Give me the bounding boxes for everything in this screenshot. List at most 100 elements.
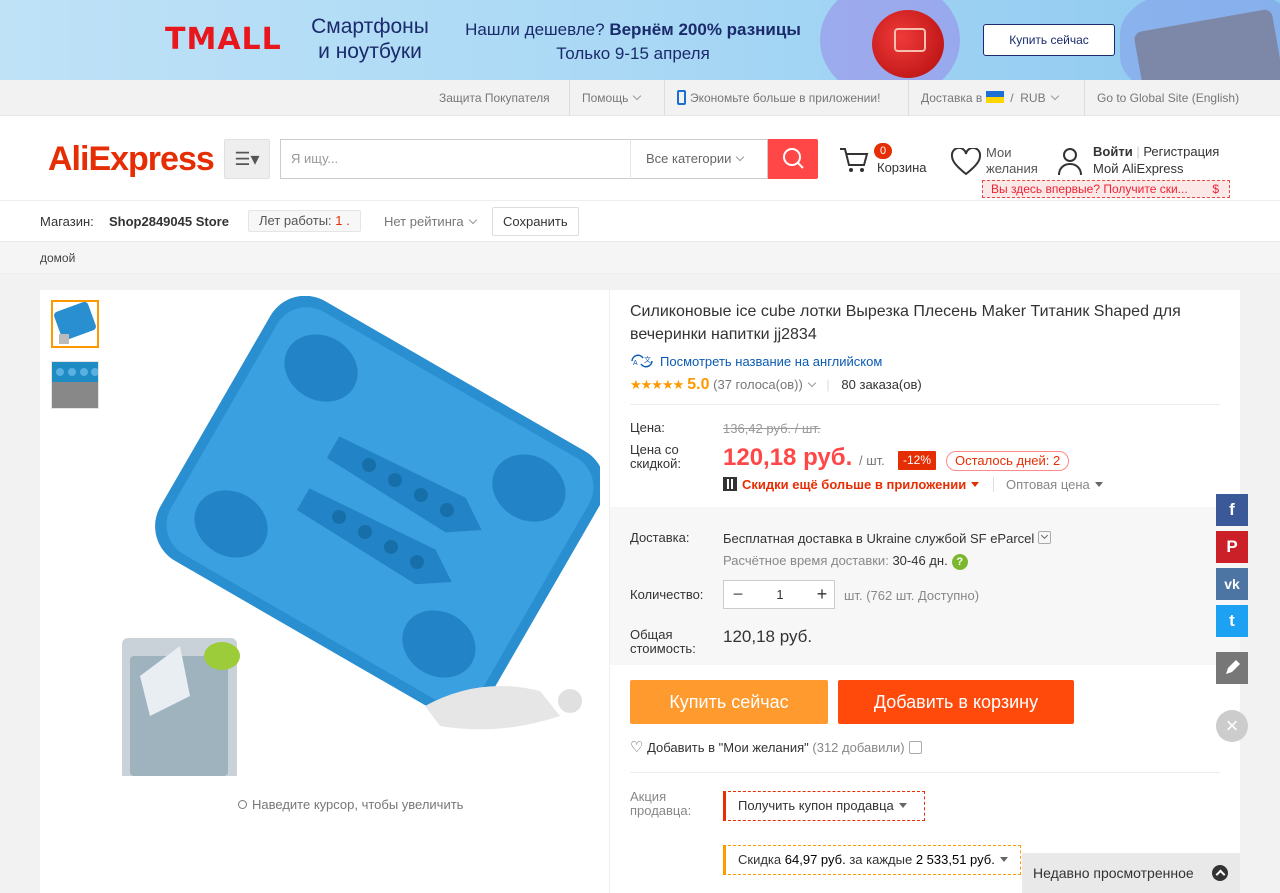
chevron-down-icon (1050, 91, 1059, 101)
my-aliexpress-link[interactable]: Мой AliExpress (1093, 161, 1184, 176)
ice-tray-thumbnail (53, 302, 97, 346)
total-price: 120,18 руб. (723, 627, 813, 646)
twitter-share-icon[interactable]: t (1216, 605, 1248, 637)
save-store-button[interactable]: Сохранить (492, 207, 579, 236)
discount-price: 120,18 руб. (723, 444, 853, 471)
add-to-wishlist-link[interactable]: ♡ Добавить в "Мои желания" (312 добавили… (630, 738, 922, 756)
get-coupon-button[interactable]: Получить купон продавца (723, 791, 925, 821)
orders-count: 80 заказа(ов) (841, 377, 922, 392)
cart-count-badge: 0 (874, 143, 893, 159)
breadcrumb: домой (0, 242, 1280, 274)
titanic-ice-tray-image (120, 296, 600, 776)
discount-price-label: Цена со скидкой: (630, 442, 681, 471)
svg-text:A: A (633, 360, 638, 367)
user-icon (1058, 148, 1082, 176)
banner-buy-button[interactable]: Купить сейчас (983, 24, 1115, 56)
star-rating-icon: ★★★★★ (630, 377, 684, 392)
recently-viewed-bar[interactable]: Недавно просмотренное (1022, 853, 1240, 893)
shipping-label: Доставка: (630, 530, 690, 545)
menu-icon: ☰▾ (234, 149, 260, 169)
facebook-share-icon[interactable]: f (1216, 494, 1248, 526)
chevron-down-icon (908, 741, 922, 754)
decrease-quantity-button[interactable]: − (724, 581, 752, 608)
app-promo-link[interactable]: Экономьте больше в приложении! (664, 80, 892, 116)
categories-menu-button[interactable]: ☰▾ (224, 139, 270, 179)
ice-tray-thumbnail (52, 362, 98, 408)
translate-icon: A文 (631, 354, 653, 368)
caret-down-icon (999, 857, 1008, 862)
price-unit: / шт. (859, 453, 885, 468)
main-product-image[interactable] (120, 296, 600, 776)
chevron-down-icon (468, 215, 477, 225)
quantity-input[interactable]: 1 (752, 581, 808, 608)
rating-row: ★★★★★ 5.0 (37 голоса(ов)) | 80 заказа(ов) (630, 376, 922, 393)
pinterest-share-icon[interactable]: P (1216, 531, 1248, 563)
edit-icon[interactable] (1216, 652, 1248, 684)
add-to-cart-button[interactable]: Добавить в корзину (838, 680, 1074, 724)
product-title: Силиконовые ice cube лотки Вырезка Плесе… (630, 303, 1181, 343)
store-rating-dropdown[interactable]: Нет рейтинга (384, 214, 477, 229)
store-name-link[interactable]: Shop2849045 Store (109, 214, 229, 229)
qr-code-icon (723, 477, 737, 491)
available-stock: шт. (762 шт. Доступно) (844, 588, 980, 603)
increase-quantity-button[interactable]: + (808, 581, 836, 608)
promo-banner[interactable]: TMALL Смартфоны и ноутбуки Нашли дешевле… (0, 0, 1280, 80)
divider (630, 404, 1220, 405)
quantity-label: Количество: (630, 587, 704, 602)
aliexpress-logo[interactable]: AliExpress (48, 140, 215, 179)
global-site-link[interactable]: Go to Global Site (English) (1084, 80, 1251, 116)
banner-heading: Смартфоны и ноутбуки (311, 15, 429, 63)
zoom-hint: Наведите курсор, чтобы увеличить (238, 797, 463, 812)
store-years: Лет работы: 1 . (248, 210, 361, 232)
price-label: Цена: (630, 420, 665, 435)
svg-text:文: 文 (644, 355, 651, 364)
banner-offer: Нашли дешевле? Вернём 200% разницы Тольк… (465, 20, 801, 63)
tmall-logo: TMALL (165, 22, 282, 57)
caret-down-icon (971, 482, 980, 487)
close-share-icon[interactable]: × (1216, 710, 1248, 742)
top-nav-bar: Защита Покупателя Помощь Экономьте больш… (0, 80, 1280, 116)
chevron-up-icon (1212, 865, 1228, 881)
heart-icon (950, 148, 982, 176)
category-select[interactable]: Все категории (630, 139, 768, 179)
thumbnail-2[interactable] (51, 361, 99, 409)
chevron-down-icon (807, 378, 817, 388)
store-discount-dropdown[interactable]: Скидка 64,97 руб. за каждые 2 533,51 руб… (723, 845, 1021, 875)
magnifier-icon (238, 800, 247, 809)
caret-down-icon (1094, 482, 1103, 487)
vk-share-icon[interactable]: vk (1216, 568, 1248, 600)
shipping-method-selector[interactable]: Бесплатная доставка в Ukraine службой SF… (723, 531, 1052, 546)
login-link[interactable]: Войти (1093, 144, 1133, 159)
discount-badge: -12% (898, 451, 937, 470)
search-input[interactable]: Я ищу... (280, 139, 630, 179)
buyer-protection-link[interactable]: Защита Покупателя (427, 80, 562, 116)
store-label: Магазин: (40, 214, 94, 229)
total-label: Общая стоимость: (630, 627, 696, 656)
app-discount-link[interactable]: Скидки ещё больше в приложении (723, 477, 980, 492)
register-link[interactable]: Регистрация (1143, 144, 1219, 159)
phone-icon (677, 90, 686, 105)
search-icon (783, 148, 804, 169)
thumbnail-1[interactable] (51, 300, 99, 348)
wax-seal-icon (872, 10, 944, 78)
help-icon[interactable]: ? (951, 554, 968, 570)
help-menu[interactable]: Помощь (569, 80, 652, 116)
breadcrumb-home-link[interactable]: домой (40, 251, 75, 265)
caret-down-icon (898, 803, 907, 808)
votes-dropdown[interactable]: (37 голоса(ов)) (713, 377, 817, 392)
original-price: 136,42 руб. / шт. (723, 421, 821, 436)
cart-label: Корзина (877, 160, 927, 175)
delivery-selector[interactable]: Доставка в / RUB (908, 80, 1070, 116)
days-left-badge: Осталось дней: 2 (946, 451, 1070, 471)
search-button[interactable] (768, 139, 818, 179)
buy-now-button[interactable]: Купить сейчас (630, 680, 828, 724)
ukraine-flag-icon (985, 91, 1004, 103)
dollar-icon: $ (1212, 182, 1219, 196)
store-bar: Магазин: Shop2849045 Store Лет работы: 1… (0, 200, 1280, 242)
chevron-down-icon (1038, 531, 1052, 544)
translate-title-link[interactable]: A 文 Посмотреть название на английском (630, 353, 882, 369)
pencil-icon (1226, 660, 1240, 674)
wholesale-price-dropdown[interactable]: Оптовая цена (993, 477, 1103, 492)
divider (630, 772, 1220, 773)
new-user-promo[interactable]: Вы здесь впервые? Получите ски... $ (982, 180, 1230, 198)
